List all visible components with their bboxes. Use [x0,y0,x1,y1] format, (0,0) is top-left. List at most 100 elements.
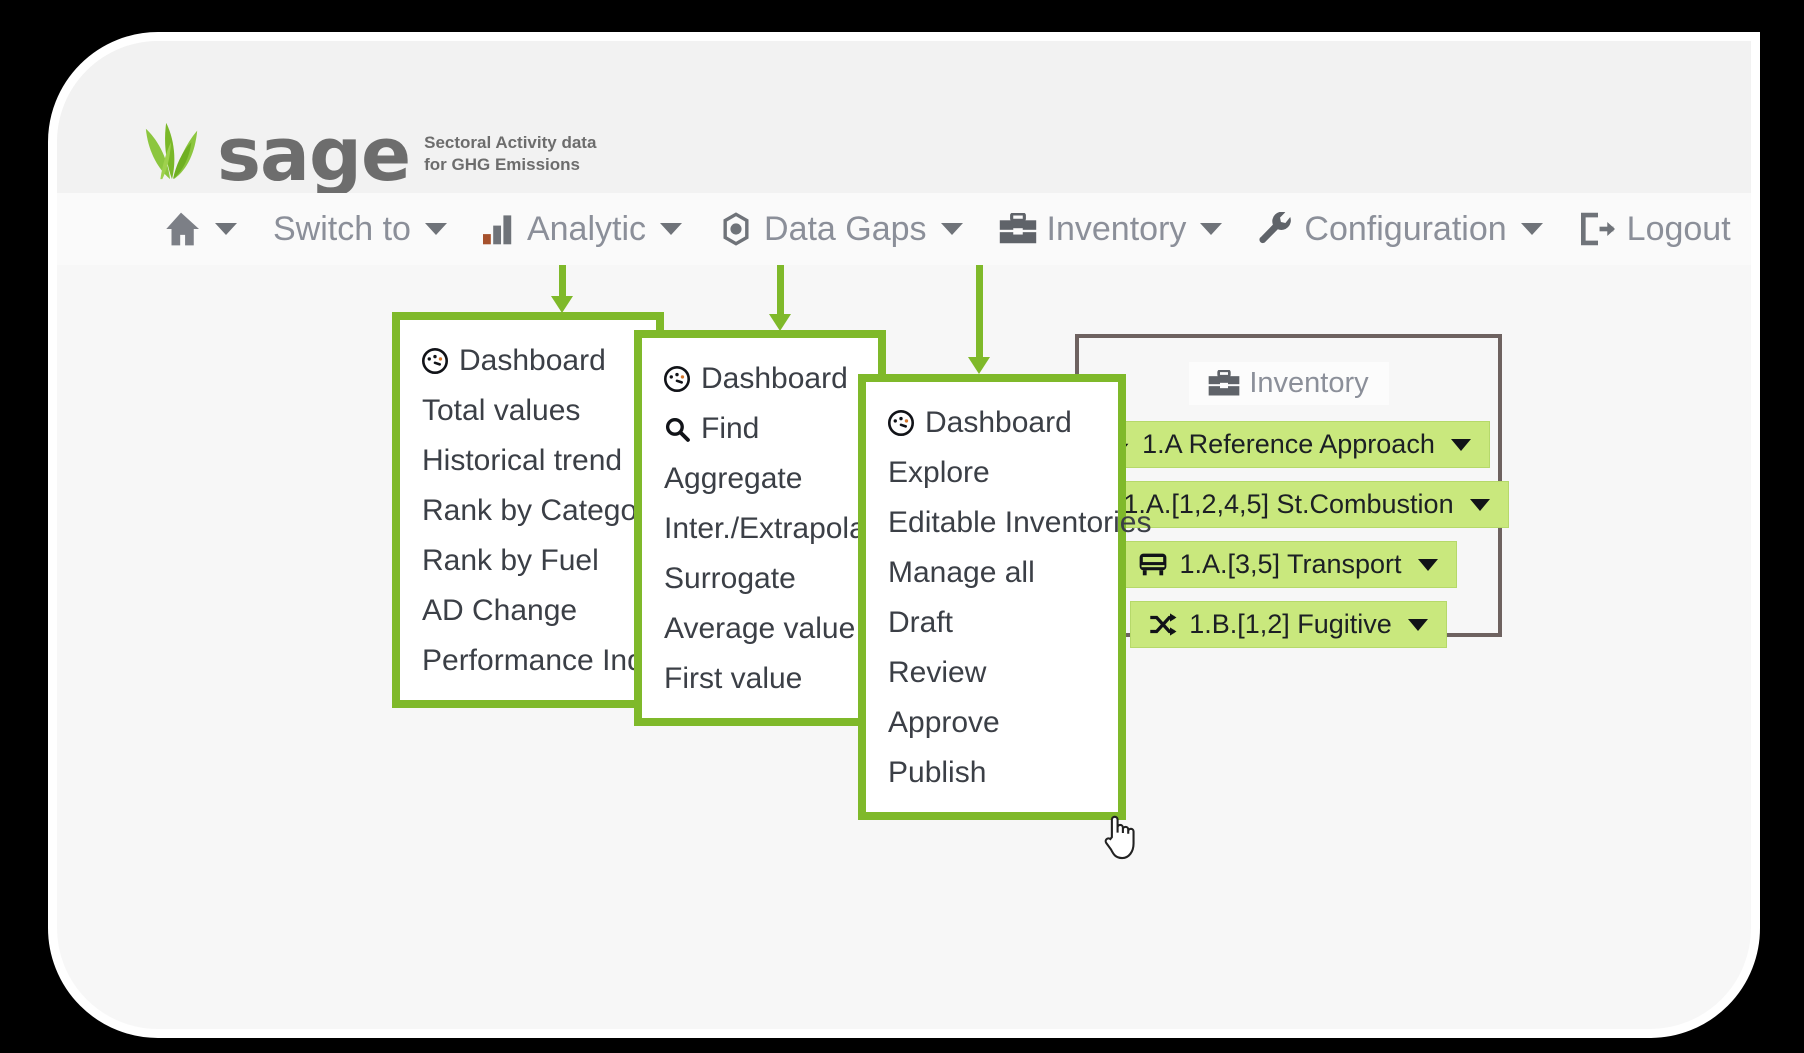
bar-chart-icon [482,213,517,245]
inventory-button-fugitive[interactable]: 1.B.[1,2] Fugitive [1130,601,1447,648]
menu-item-label: Editable Inventories [888,506,1152,539]
menu-item-average-value[interactable]: Average value [642,604,878,654]
brand-tagline-line2: for GHG Emissions [424,154,581,174]
menu-item-aggregate[interactable]: Aggregate [642,454,878,504]
dropdown-menu-data-gaps: Dashboard Find Aggregate Inter./Extrapol… [634,330,891,726]
nav-item-home[interactable] [143,211,255,247]
nav-item-configuration[interactable]: Configuration [1240,210,1560,249]
menu-item-label: Find [701,412,760,445]
menu-item-label: AD Change [422,594,578,627]
nav-label-inventory: Inventory [1046,209,1187,248]
connector-arrow-inventory [968,265,990,375]
menu-item-label: Publish [888,756,987,789]
menu-item-label: Surrogate [664,562,796,595]
inventory-button-label: 1.A.[1,2,4,5] St.Combustion [1123,489,1454,519]
inventory-button-transport[interactable]: 1.A.[3,5] Transport [1120,541,1457,588]
briefcase-icon [1208,370,1240,397]
menu-item-label: Draft [888,606,954,639]
nav-label-configuration: Configuration [1304,209,1507,248]
chevron-down-icon [1450,438,1471,451]
home-icon [161,211,201,247]
nav-item-logout[interactable]: Logout [1561,210,1749,249]
menu-item-dashboard[interactable]: Dashboard [642,354,878,404]
chevron-down-icon [1200,223,1223,235]
menu-item-publish[interactable]: Publish [866,748,1118,798]
main-navbar: Switch to Analytic Data Gaps Inventory C… [57,193,1751,265]
nav-item-data-gaps[interactable]: Data Gaps [700,210,981,249]
nav-item-inventory[interactable]: Inventory [981,210,1241,249]
nav-item-switch-to[interactable]: Switch to [255,210,465,249]
menu-item-rank-by-category[interactable]: Rank by Category [400,486,662,536]
menu-item-editable-inventories[interactable]: Editable Inventories [866,498,1152,548]
menu-item-label: Dashboard [701,362,848,395]
menu-item-label: Dashboard [925,406,1072,439]
nav-label-data-gaps: Data Gaps [764,209,927,248]
menu-item-label: Approve [888,706,1000,739]
menu-item-inter-extrapolate[interactable]: Inter./Extrapolate [642,504,891,554]
menu-item-explore[interactable]: Explore [866,448,1118,498]
chevron-down-icon [1469,498,1490,511]
chevron-down-icon [1520,223,1543,235]
inventory-panel-title: Inventory [1249,367,1369,399]
menu-item-label: Rank by Category [422,494,663,527]
nav-label-switch-to: Switch to [273,209,411,248]
menu-item-ad-change[interactable]: AD Change [400,586,656,636]
app-card: sage Sectoral Activity data for GHG Emis… [48,32,1760,1038]
search-icon [664,416,690,442]
inventory-panel: Inventory 1.A Reference Approach 1.A.[1,… [1068,334,1509,648]
inventory-button-label: 1.A Reference Approach [1142,429,1435,459]
menu-item-label: Review [888,656,987,689]
inventory-button-label: 1.A.[3,5] Transport [1179,549,1402,579]
chevron-down-icon [660,223,683,235]
menu-item-label: Average value [664,612,856,645]
menu-item-dashboard[interactable]: Dashboard [866,398,1118,448]
connector-arrow-data-gaps [769,265,791,331]
chevron-down-icon [215,223,237,235]
wrench-icon [1258,212,1294,246]
brand-tagline-line1: Sectoral Activity data [424,133,597,153]
chevron-down-icon [424,223,447,235]
menu-item-first-value[interactable]: First value [642,654,878,704]
shuffle-icon [1149,612,1177,637]
inventory-panel-header: Inventory [1188,362,1389,405]
menu-item-approve[interactable]: Approve [866,698,1118,748]
menu-item-label: Explore [888,456,990,489]
menu-item-surrogate[interactable]: Surrogate [642,554,878,604]
dropdown-menu-analytic: Dashboard Total values Historical trend … [392,312,717,708]
inventory-button-label: 1.B.[1,2] Fugitive [1189,609,1392,639]
gauge-icon [664,366,690,392]
menu-item-manage-all[interactable]: Manage all [866,548,1118,598]
menu-item-dashboard[interactable]: Dashboard [400,336,656,386]
chevron-down-icon [1417,558,1438,571]
menu-item-draft[interactable]: Draft [866,598,1118,648]
chevron-down-icon [940,223,963,235]
menu-item-total-values[interactable]: Total values [400,386,656,436]
eye-icon [718,212,754,246]
menu-item-label: Manage all [888,556,1035,589]
nav-label-logout: Logout [1626,209,1731,248]
menu-item-historical-trend[interactable]: Historical trend [400,436,656,486]
inventory-button-reference-approach[interactable]: 1.A Reference Approach [1087,421,1490,468]
gauge-icon [422,348,448,374]
brand-logo[interactable]: sage Sectoral Activity data for GHG Emis… [141,118,596,192]
menu-item-label: Aggregate [664,462,803,495]
gauge-icon [888,410,914,436]
leaf-icon [145,122,198,180]
briefcase-icon [999,213,1037,245]
menu-item-performance-indicator[interactable]: Performance Indicator [400,636,717,686]
menu-item-rank-by-fuel[interactable]: Rank by Fuel [400,536,656,586]
menu-item-label: Inter./Extrapolate [664,512,891,545]
connector-arrow-analytic [551,265,573,313]
menu-item-label: Historical trend [422,444,623,477]
menu-item-label: First value [664,662,803,695]
brand-band: sage Sectoral Activity data for GHG Emis… [57,41,1751,193]
menu-item-find[interactable]: Find [642,404,878,454]
brand-tagline: Sectoral Activity data for GHG Emissions [424,132,596,175]
nav-label-analytic: Analytic [526,209,647,248]
nav-item-analytic[interactable]: Analytic [465,210,700,249]
menu-item-review[interactable]: Review [866,648,1118,698]
dropdown-menu-inventory: Dashboard Explore Editable Inventories M… [858,374,1152,820]
menu-item-label: Total values [422,394,581,427]
logout-icon [1579,212,1617,246]
menu-item-label: Rank by Fuel [422,544,599,577]
